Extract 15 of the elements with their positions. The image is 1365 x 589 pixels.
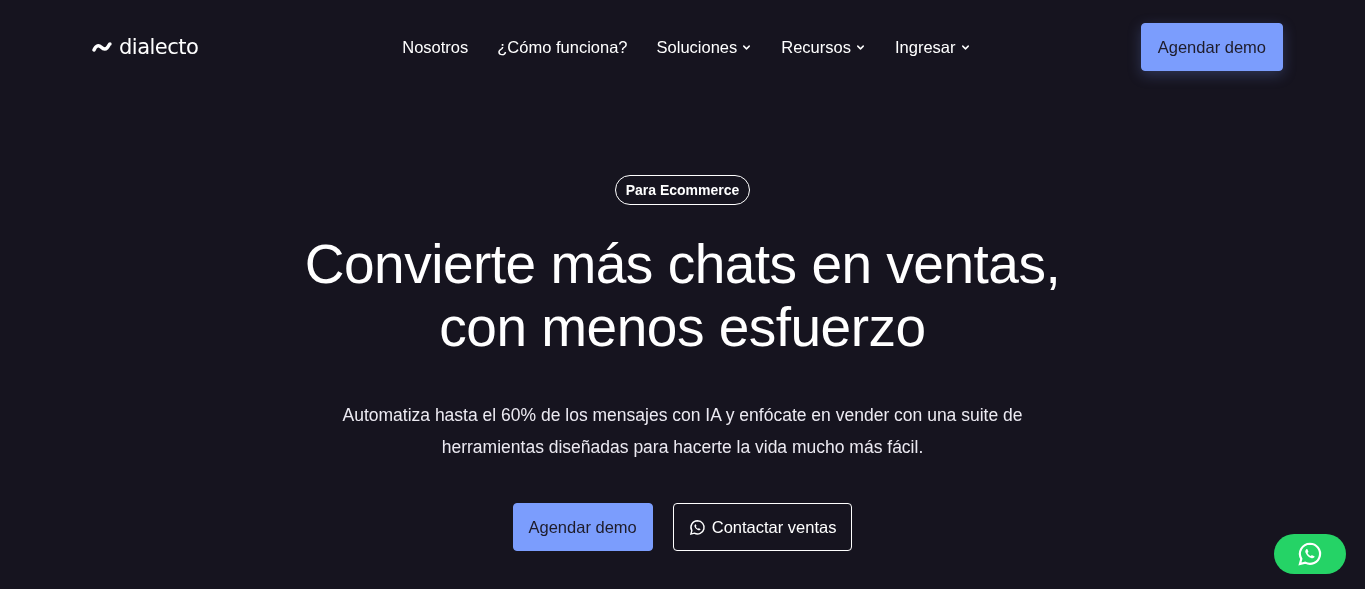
demo-button[interactable]: Agendar demo: [512, 503, 653, 551]
contact-sales-button[interactable]: Contactar ventas: [672, 503, 853, 551]
demo-button[interactable]: Agendar demo: [1140, 23, 1283, 71]
hero-title: Convierte más chats en ventas,: [304, 233, 1061, 296]
nav-link[interactable]: Recursos: [781, 37, 866, 57]
whatsapp-chat-button[interactable]: [1274, 534, 1346, 574]
hero-subtitle: Automatiza hasta el 60% de los mensajes con IA y enfócate en vender con una suite de herramientas diseñadas para hacerte la vida mucho más fácil.: [341, 404, 1024, 459]
nav-link[interactable]: Nosotros: [402, 37, 469, 57]
logo[interactable]: dialecto: [119, 35, 199, 59]
whatsapp-icon: [688, 518, 706, 536]
nav-link[interactable]: ¿Cómo funciona?: [497, 37, 628, 57]
nav-link[interactable]: Ingresar: [894, 37, 971, 57]
nav-link[interactable]: Soluciones: [656, 37, 753, 57]
hero-title: con menos esfuerzo: [439, 296, 926, 359]
whatsapp-icon: [1297, 541, 1323, 567]
